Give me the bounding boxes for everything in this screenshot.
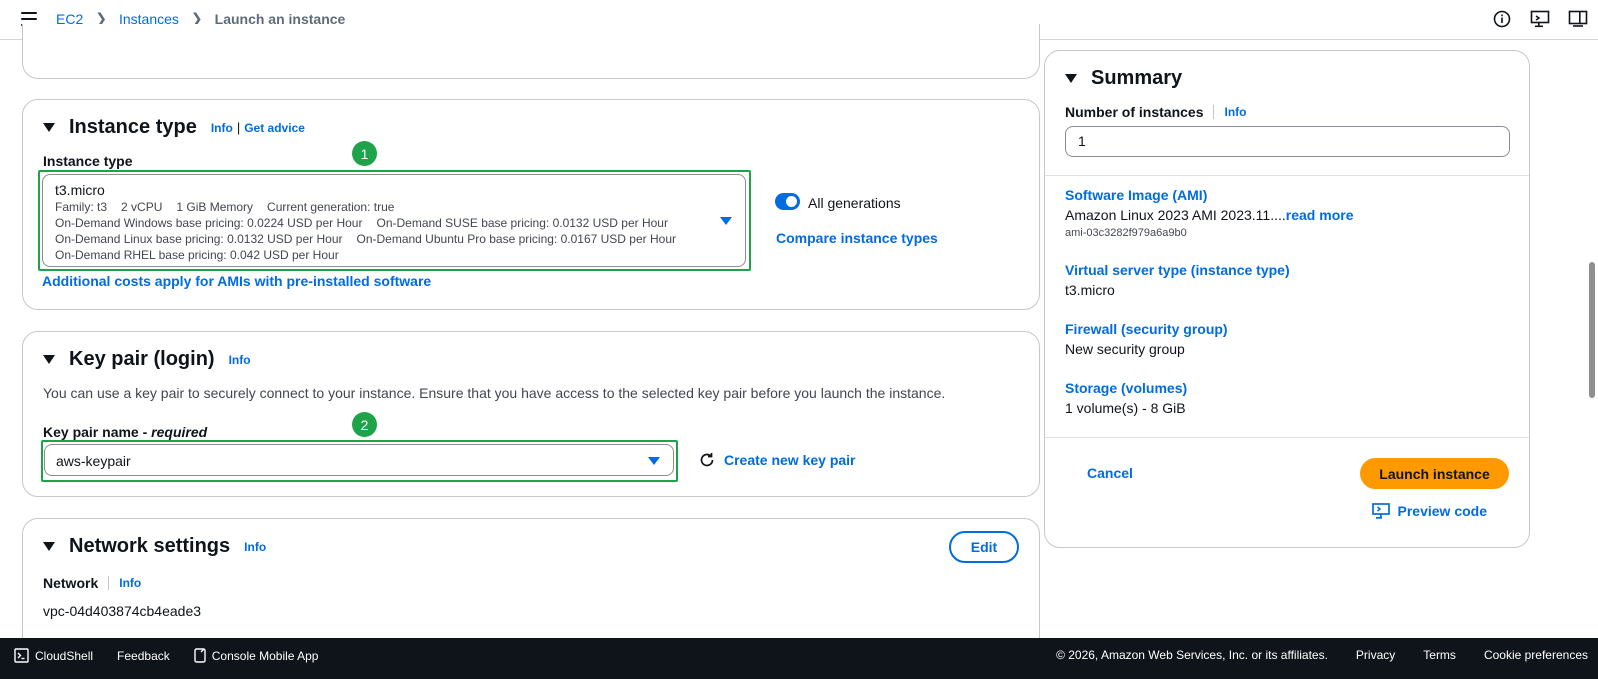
launch-instance-button[interactable]: Launch instance <box>1360 458 1509 489</box>
num-instances-label-row: Number of instances Info <box>1065 104 1247 120</box>
top-utility-icons <box>1492 9 1588 29</box>
mobile-icon <box>194 648 206 663</box>
summary-title: Summary <box>1091 67 1183 89</box>
server-type-value: t3.micro <box>1065 282 1115 298</box>
previous-section-panel <box>22 24 1040 79</box>
all-generations-toggle[interactable] <box>775 193 800 210</box>
instance-type-header[interactable]: Instance type Info | Get advice <box>43 116 305 139</box>
ami-link[interactable]: Software Image (AMI) <box>1065 187 1207 203</box>
instance-type-info-link[interactable]: Info <box>211 121 233 135</box>
network-info-link[interactable]: Info <box>119 576 141 590</box>
network-settings-panel: Network settings Info Edit Network Info … <box>22 518 1040 658</box>
annotation-badge-2: 2 <box>352 412 377 437</box>
num-instances-input[interactable]: 1 <box>1065 126 1510 157</box>
copyright-text: © 2026, Amazon Web Services, Inc. or its… <box>1056 648 1328 662</box>
terminal-icon <box>14 648 29 663</box>
collapse-caret-icon[interactable] <box>43 355 55 364</box>
instance-type-pricing-row2: On-Demand Linux base pricing: 0.0132 USD… <box>55 232 676 246</box>
key-pair-info-link[interactable]: Info <box>229 353 251 367</box>
storage-link[interactable]: Storage (volumes) <box>1065 380 1187 396</box>
summary-header[interactable]: Summary <box>1065 67 1182 90</box>
key-pair-selected-value: aws-keypair <box>56 453 131 469</box>
cloudshell-button[interactable]: CloudShell <box>14 648 93 663</box>
instance-type-pricing-row3: On-Demand RHEL base pricing: 0.042 USD p… <box>55 248 339 262</box>
refresh-icon[interactable] <box>698 451 716 469</box>
network-label-row: Network Info <box>43 575 142 591</box>
code-preview-icon <box>1371 503 1390 519</box>
annotation-badge-1: 1 <box>352 141 377 166</box>
instance-type-select[interactable]: t3.micro Family: t3 2 vCPU 1 GiB Memory Cur… <box>42 174 746 267</box>
collapse-caret-icon[interactable] <box>1065 74 1077 83</box>
all-generations-label: All generations <box>808 195 901 211</box>
compare-instance-types-link[interactable]: Compare instance types <box>776 230 938 246</box>
privacy-link[interactable]: Privacy <box>1356 648 1395 662</box>
instance-type-pricing-row1: On-Demand Windows base pricing: 0.0224 U… <box>55 216 668 230</box>
dropdown-arrow-icon[interactable] <box>720 217 732 225</box>
firewall-link[interactable]: Firewall (security group) <box>1065 321 1228 337</box>
create-new-key-pair-link[interactable]: Create new key pair <box>724 452 856 468</box>
console-mobile-app-link[interactable]: Console Mobile App <box>194 648 318 663</box>
key-pair-select[interactable]: aws-keypair <box>44 444 674 476</box>
preview-code-button[interactable]: Preview code <box>1371 503 1487 519</box>
key-pair-header[interactable]: Key pair (login) Info <box>43 348 251 371</box>
network-settings-info-link[interactable]: Info <box>244 540 266 554</box>
network-settings-title: Network settings <box>69 535 231 557</box>
network-vpc-value: vpc-04d403874cb4eade3 <box>43 603 202 619</box>
help-panel-icon[interactable] <box>1568 9 1588 29</box>
ami-read-more-link[interactable]: read more <box>1286 207 1354 223</box>
collapse-caret-icon[interactable] <box>43 542 55 551</box>
storage-value: 1 volume(s) - 8 GiB <box>1065 400 1186 416</box>
dropdown-arrow-icon[interactable] <box>648 457 660 465</box>
key-pair-field-label: Key pair name - required <box>43 424 208 440</box>
instance-type-field-label: Instance type <box>43 153 133 169</box>
instance-type-specs: Family: t3 2 vCPU 1 GiB Memory Current gene… <box>55 200 395 214</box>
num-instances-info-link[interactable]: Info <box>1224 105 1246 119</box>
scrollbar-thumb[interactable] <box>1589 262 1595 398</box>
page-scrollbar[interactable] <box>1588 40 1596 638</box>
terms-link[interactable]: Terms <box>1423 648 1456 662</box>
edit-network-button[interactable]: Edit <box>949 531 1019 563</box>
instance-type-selected-name: t3.micro <box>55 182 105 198</box>
ami-id: ami-03c3282f979a6a9b0 <box>1065 227 1187 239</box>
create-key-pair-group[interactable]: Create new key pair <box>698 451 856 469</box>
feedback-link[interactable]: Feedback <box>117 649 170 663</box>
cookie-preferences-link[interactable]: Cookie preferences <box>1484 648 1588 662</box>
ami-value: Amazon Linux 2023 AMI 2023.11....read mo… <box>1065 207 1354 223</box>
cancel-button[interactable]: Cancel <box>1087 465 1133 481</box>
get-advice-link[interactable]: Get advice <box>244 121 305 135</box>
instance-type-title: Instance type <box>69 116 197 138</box>
key-pair-title: Key pair (login) <box>69 348 215 370</box>
firewall-value: New security group <box>1065 341 1185 357</box>
info-circle-icon[interactable] <box>1492 9 1512 29</box>
additional-costs-link[interactable]: Additional costs apply for AMIs with pre… <box>42 273 431 289</box>
network-settings-header[interactable]: Network settings Info <box>43 535 266 558</box>
collapse-caret-icon[interactable] <box>43 123 55 132</box>
console-footer: CloudShell Feedback Console Mobile App ©… <box>0 638 1598 679</box>
key-pair-description: You can use a key pair to securely conne… <box>43 385 946 401</box>
tutorial-panel-icon[interactable] <box>1530 9 1550 29</box>
server-type-link[interactable]: Virtual server type (instance type) <box>1065 262 1290 278</box>
summary-panel: Summary Number of instances Info 1 Softw… <box>1044 50 1530 548</box>
